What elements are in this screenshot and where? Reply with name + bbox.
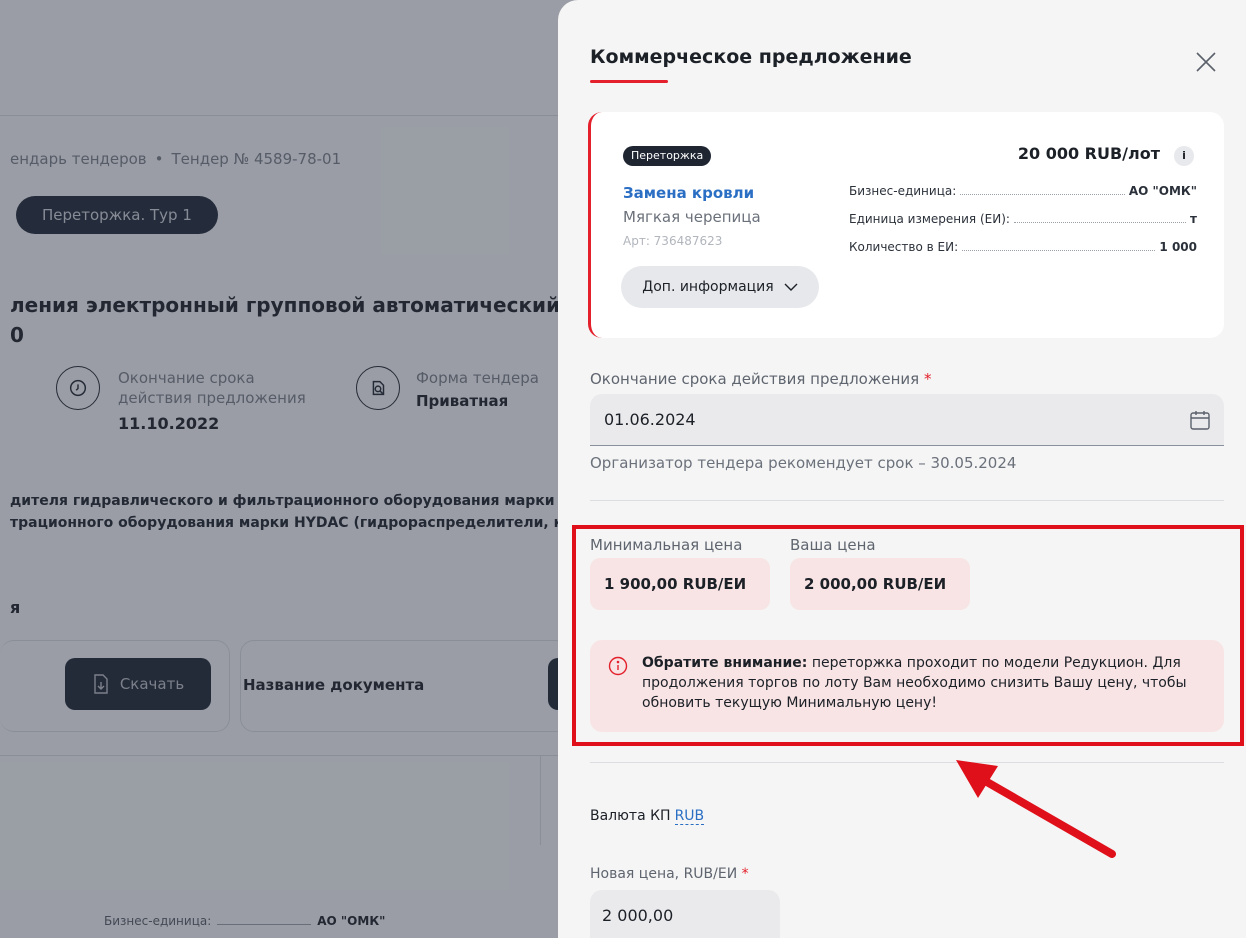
spec-row-quantity: Количество в ЕИ: 1 000 (849, 240, 1197, 254)
currency-row: Валюта КП RUB (590, 808, 705, 825)
spec-value: т (1190, 212, 1197, 226)
divider (590, 500, 1224, 501)
new-price-input[interactable]: 2 000,00 (590, 890, 780, 938)
spec-row-business-unit: Бизнес-единица: АО "ОМК" (849, 184, 1197, 198)
new-price-label-text: Новая цена, RUB/ЕИ (590, 866, 738, 882)
info-icon[interactable]: i (1174, 146, 1194, 166)
title-underline (590, 80, 668, 83)
drawer-title: Коммерческое предложение (590, 46, 912, 68)
more-info-label: Доп. информация (642, 279, 774, 295)
offer-end-date-input[interactable]: 01.06.2024 (590, 394, 1224, 446)
annotation-arrow-icon (956, 760, 1116, 858)
offer-end-label: Окончание срока действия предложения * (590, 370, 931, 388)
lot-article: Арт: 736487623 (623, 234, 723, 248)
close-icon[interactable] (1192, 48, 1220, 76)
spec-value: 1 000 (1159, 240, 1197, 254)
required-mark: * (741, 866, 749, 882)
retrade-badge: Переторжка (623, 146, 712, 166)
offer-end-date-value: 01.06.2024 (604, 410, 696, 429)
new-price-label: Новая цена, RUB/ЕИ * (590, 866, 749, 882)
lot-name-link[interactable]: Замена кровли (623, 184, 754, 202)
lot-card: Переторжка 20 000 RUB/лот i Замена кровл… (588, 112, 1224, 338)
offer-end-label-text: Окончание срока действия предложения (590, 370, 920, 388)
offer-end-hint: Организатор тендера рекомендует срок – 3… (590, 454, 1017, 472)
required-mark: * (923, 370, 932, 388)
commercial-offer-drawer: Коммерческое предложение Переторжка 20 0… (558, 0, 1246, 938)
spec-value: АО "ОМК" (1128, 184, 1197, 198)
calendar-icon[interactable] (1188, 408, 1212, 432)
dotted-leader (960, 194, 1125, 195)
chevron-down-icon (784, 283, 798, 291)
lot-subtitle: Мягкая черепица (623, 208, 761, 226)
dotted-leader (1013, 222, 1187, 223)
spec-row-unit: Единица измерения (ЕИ): т (849, 212, 1197, 226)
currency-label: Валюта КП (590, 808, 671, 824)
spec-key: Бизнес-единица: (849, 184, 957, 198)
more-info-button[interactable]: Доп. информация (621, 266, 819, 308)
spec-key: Единица измерения (ЕИ): (849, 212, 1010, 226)
currency-selector[interactable]: RUB (674, 808, 705, 825)
dotted-leader (962, 250, 1156, 251)
lot-price: 20 000 RUB/лот (1017, 144, 1160, 163)
spec-key: Количество в ЕИ: (849, 240, 959, 254)
annotation-highlight-box (572, 525, 1244, 746)
